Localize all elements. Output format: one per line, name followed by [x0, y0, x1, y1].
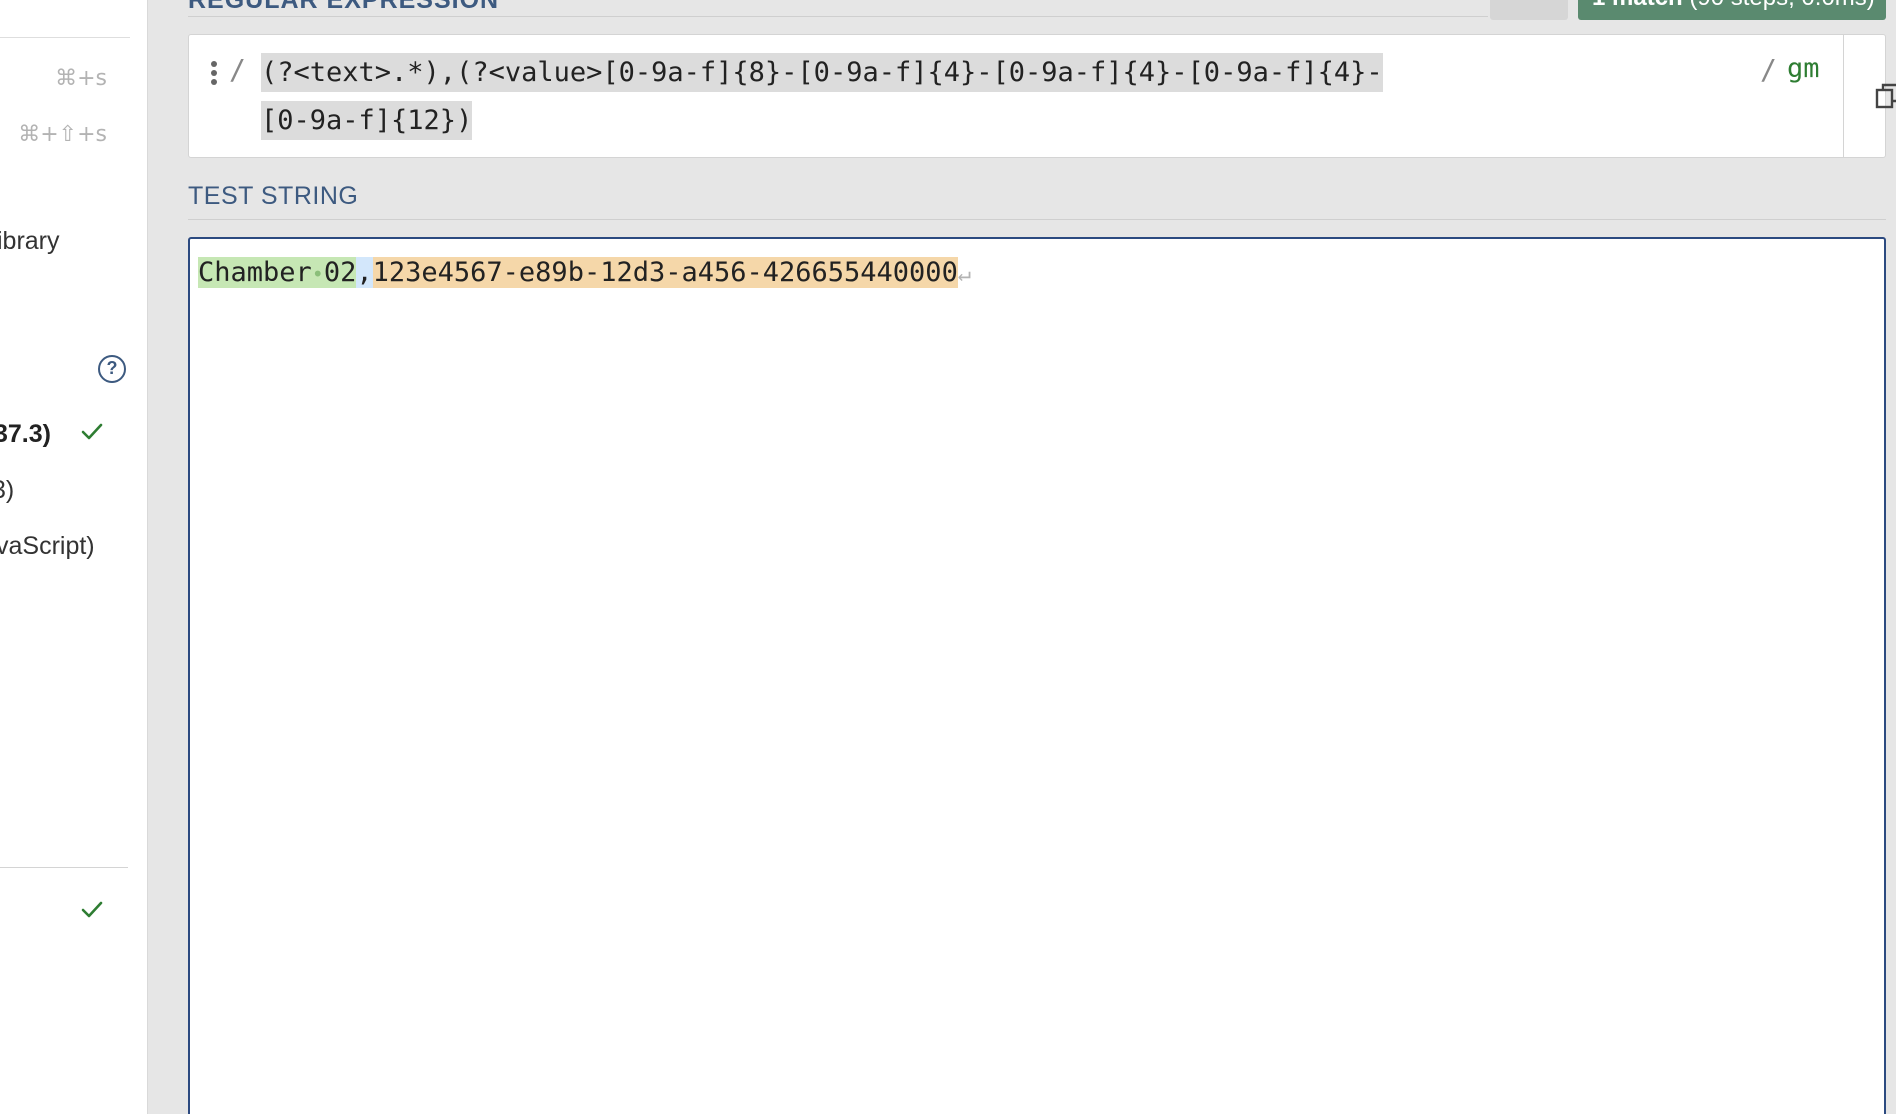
check-icon: [81, 423, 103, 440]
test-string-line: Chamber•02,123e4567-e89b-12d3-a456-42665…: [198, 253, 971, 295]
whitespace-marker: •: [311, 262, 324, 286]
regex-options-icon[interactable]: [211, 61, 217, 88]
check-icon: [81, 901, 103, 918]
help-icon[interactable]: ?: [98, 355, 126, 383]
test-string-editor[interactable]: Chamber•02,123e4567-e89b-12d3-a456-42665…: [188, 237, 1886, 1114]
regex-section-rule: [188, 16, 1488, 17]
line-end-icon: ↵: [957, 262, 972, 287]
match-separator: ,: [356, 257, 373, 288]
match-count: 1 match: [1592, 0, 1683, 11]
match-steps: (90 steps, 0.0ms): [1683, 0, 1874, 11]
group-text-word: Chamber: [198, 257, 312, 288]
regex-pattern[interactable]: (?<text>.*),(?<value>[0-9a-f]{8}-[0-9a-f…: [261, 49, 1419, 145]
regex-flavor-dropdown[interactable]: [1490, 0, 1568, 20]
save-shortcut: ⌘+s: [55, 66, 107, 91]
test-string-title: TEST STRING: [188, 182, 359, 210]
regex-section-title: REGULAR EXPRESSION: [188, 0, 500, 14]
sidebar-divider: [0, 867, 128, 868]
sidebar: ⌘+s ⌘+⇧+s ibrary ? 37.3) 3) vaScript): [0, 0, 148, 1114]
group-text-number: 02: [323, 257, 357, 288]
match-group-value: 123e4567-e89b-12d3-a456-426655440000: [372, 257, 958, 288]
regex-delimiter-close: /: [1760, 53, 1777, 86]
sidebar-item-library[interactable]: ibrary: [0, 227, 60, 256]
sidebar-divider-top: [0, 37, 130, 38]
editor-main: REGULAR EXPRESSION 1 match (90 steps, 0.…: [148, 0, 1896, 1114]
match-group-text: Chamber•02: [198, 257, 357, 288]
test-string-rule: [188, 219, 1886, 220]
save-new-shortcut: ⌘+⇧+s: [18, 122, 107, 147]
regex-delimiter-open: /: [229, 53, 246, 86]
flavor-option-2[interactable]: 3): [0, 476, 14, 505]
regex-box-separator: [1843, 35, 1844, 157]
regex-flags[interactable]: gm: [1787, 53, 1820, 84]
flavor-option-javascript[interactable]: vaScript): [0, 532, 95, 561]
regex-pattern-text: (?<text>.*),(?<value>[0-9a-f]{8}-[0-9a-f…: [261, 53, 1383, 140]
regex-input-box[interactable]: / (?<text>.*),(?<value>[0-9a-f]{8}-[0-9a…: [188, 34, 1896, 158]
flavor-option-pcre[interactable]: 37.3): [0, 420, 51, 449]
copy-icon[interactable]: [1873, 81, 1896, 111]
match-info-badge: 1 match (90 steps, 0.0ms): [1578, 0, 1886, 20]
